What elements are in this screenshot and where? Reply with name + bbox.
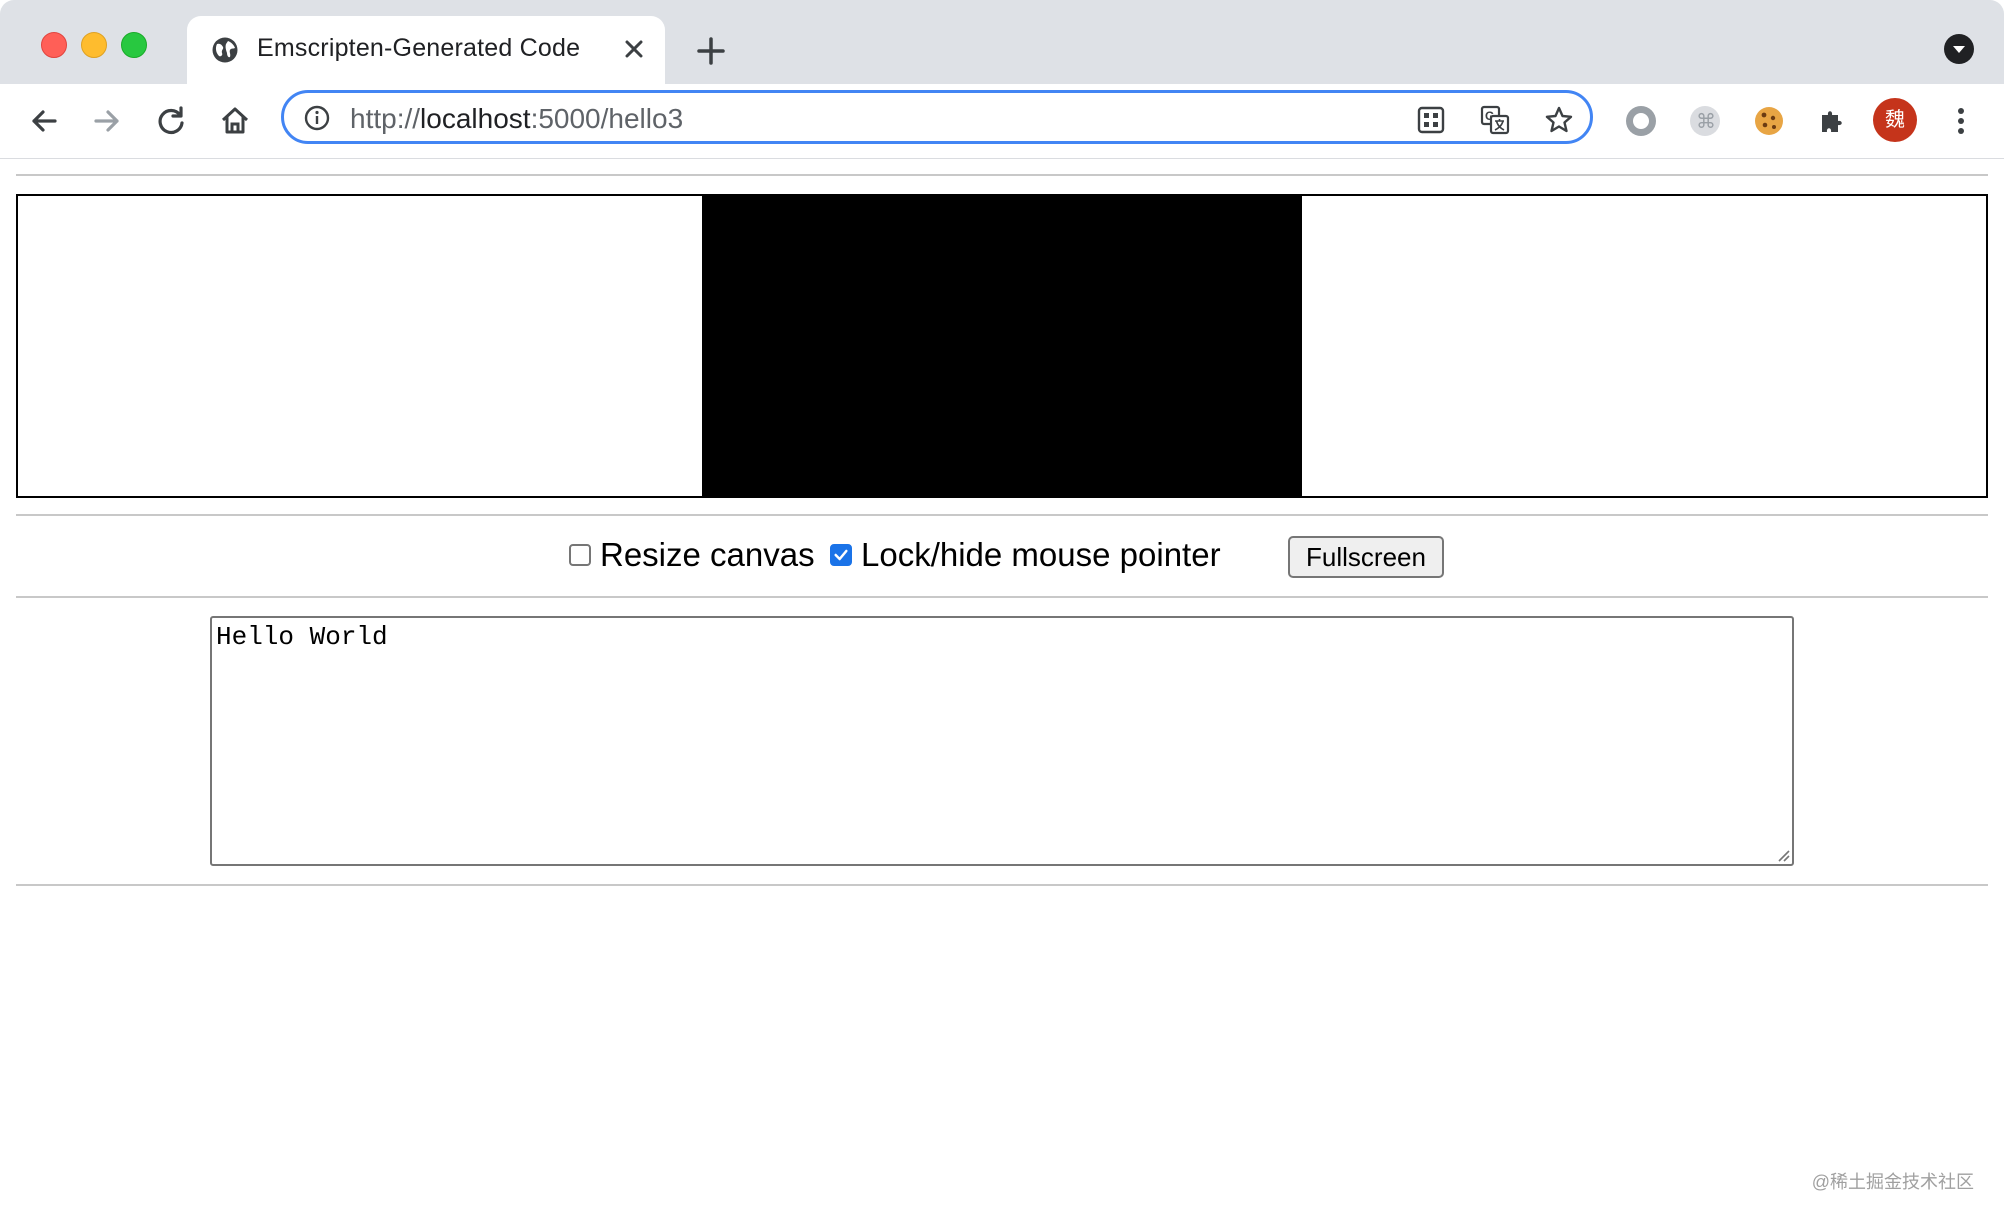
chevron-down-icon [1953,46,1965,53]
watermark: @稀土掘金技术社区 [1811,1172,1974,1192]
translate-icon[interactable]: G [1480,105,1510,135]
canvas-container [16,194,1988,498]
divider [16,596,1988,598]
puzzle-icon[interactable] [1816,104,1850,138]
reload-icon[interactable] [154,104,188,138]
minimize-window-button[interactable] [81,32,107,58]
url-text[interactable]: http://localhost:5000/hello3 [350,103,683,135]
home-icon[interactable] [218,104,252,138]
divider [16,514,1988,516]
arrow-right-icon[interactable] [90,104,124,138]
globe-icon [212,37,238,63]
browser-toolbar: http://localhost:5000/hello3 G ⌘ 魏 [0,84,2004,159]
svg-text:⌘: ⌘ [1696,109,1716,133]
resize-grip-icon[interactable] [1776,848,1790,862]
info-icon[interactable] [304,105,330,131]
url-scheme: http:// [350,103,421,134]
record-extension-icon[interactable] [1624,104,1658,138]
maximize-window-button[interactable] [121,32,147,58]
controls-row: Resize canvas Lock/hide mouse pointer Fu… [0,536,2004,590]
divider [16,174,1988,176]
avatar[interactable]: 魏 [1873,98,1917,142]
emscripten-canvas[interactable] [702,196,1302,496]
browser-window: Emscripten-Generated Code http://localho… [0,0,2004,1222]
tab-title: Emscripten-Generated Code [257,34,581,62]
checkmark-icon [834,549,848,561]
qr-code-icon[interactable] [1416,105,1446,135]
close-window-button[interactable] [41,32,67,58]
output-text: Hello World [216,622,388,652]
page-content: Resize canvas Lock/hide mouse pointer Fu… [0,158,2004,1222]
fullscreen-button[interactable]: Fullscreen [1288,536,1444,578]
output-textarea[interactable]: Hello World [210,616,1794,866]
resize-canvas-checkbox[interactable] [569,544,591,566]
cookie-extension-icon[interactable] [1752,104,1786,138]
tab-search-button[interactable] [1944,34,1974,64]
close-tab-icon[interactable] [619,34,649,64]
tab-strip: Emscripten-Generated Code [0,0,2004,84]
tab-active[interactable]: Emscripten-Generated Code [187,16,665,84]
url-host: localhost [420,103,531,134]
url-path: :5000/hello3 [530,103,684,134]
command-extension-icon[interactable]: ⌘ [1688,104,1722,138]
kebab-menu-icon[interactable] [1944,104,1978,138]
arrow-left-icon[interactable] [27,104,61,138]
divider [16,884,1988,886]
resize-canvas-label: Resize canvas [600,536,815,573]
address-bar[interactable]: http://localhost:5000/hello3 G [281,90,1593,144]
star-icon[interactable] [1544,105,1574,135]
lock-pointer-label: Lock/hide mouse pointer [861,536,1221,573]
new-tab-icon[interactable] [694,34,728,68]
lock-pointer-checkbox[interactable] [830,544,852,566]
